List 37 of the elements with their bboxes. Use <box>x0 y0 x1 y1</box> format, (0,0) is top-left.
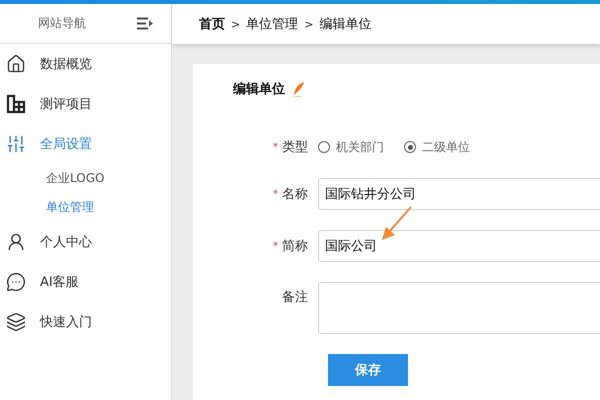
sliders-icon <box>6 134 26 154</box>
field-label: 备注 <box>282 289 308 306</box>
input-field[interactable]: 国际公司 <box>318 230 600 262</box>
field-label: 类型 <box>282 139 308 156</box>
field-label: 名称 <box>282 186 308 203</box>
nav-item[interactable]: 快速入门 <box>0 302 171 342</box>
input-field[interactable]: 国际钻井分公司 <box>318 178 600 210</box>
home-icon <box>6 54 26 74</box>
save-button[interactable]: 保存 <box>328 354 408 386</box>
field-label: 简称 <box>282 238 308 255</box>
menu-collapse-icon[interactable] <box>137 17 153 30</box>
breadcrumb-link[interactable]: 首页 <box>199 15 225 33</box>
nav-item[interactable]: 测评项目 <box>0 84 171 124</box>
radio-option[interactable]: 二级单位 <box>404 138 470 156</box>
required-mark: * <box>273 188 278 200</box>
user-icon <box>6 232 26 252</box>
nav-subitem[interactable]: 单位管理 <box>0 193 171 222</box>
form-title: 编辑单位 <box>233 80 285 98</box>
nav-item[interactable]: AI客服 <box>0 262 171 302</box>
breadcrumb-separator: > <box>304 18 314 30</box>
nav-subitem[interactable]: 企业LOGO <box>0 164 171 193</box>
required-mark: * <box>273 240 278 252</box>
nav-item[interactable]: 个人中心 <box>0 222 171 262</box>
nav-item[interactable]: 数据概览 <box>0 44 171 84</box>
breadcrumb-link[interactable]: 单位管理 <box>246 15 298 33</box>
breadcrumb-link[interactable]: 编辑单位 <box>319 15 372 33</box>
radio-option[interactable]: 机关部门 <box>318 138 384 156</box>
breadcrumb-separator: > <box>231 18 240 30</box>
grid-icon <box>6 94 26 114</box>
sidebar-title: 网站导航 <box>38 15 86 32</box>
remark-field[interactable] <box>318 282 600 334</box>
nav-item[interactable]: 全局设置 <box>0 124 171 164</box>
required-mark: * <box>273 142 278 152</box>
feather-icon <box>293 82 305 96</box>
chat-bubble-icon <box>6 272 26 292</box>
layers-icon <box>6 312 26 332</box>
arrow-drawing <box>379 206 413 242</box>
